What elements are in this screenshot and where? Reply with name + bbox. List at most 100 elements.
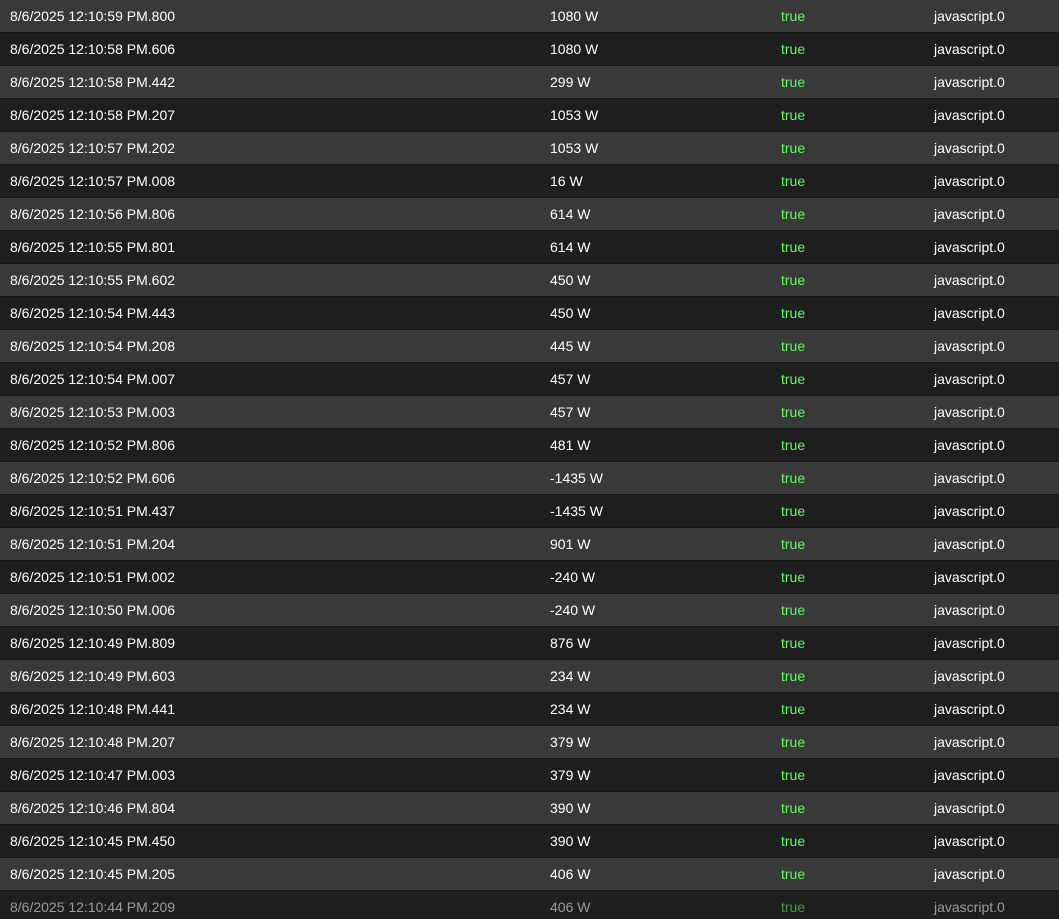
ack-cell: true: [781, 734, 806, 750]
table-row[interactable]: 8/6/2025 12:10:51 PM.002 -240 W true javasc…: [0, 561, 1059, 594]
table-row[interactable]: 8/6/2025 12:10:47 PM.003 379 W true javascr…: [0, 759, 1059, 792]
value-cell: 390 W: [550, 833, 591, 849]
ack-cell: true: [781, 8, 806, 24]
table-row[interactable]: 8/6/2025 12:10:49 PM.603 234 W true javascr…: [0, 660, 1059, 693]
table-row[interactable]: 8/6/2025 12:10:52 PM.606 -1435 W true javas…: [0, 462, 1059, 495]
value-cell: 234 W: [550, 668, 591, 684]
timestamp-cell: 8/6/2025 12:10:48 PM.441: [10, 701, 176, 717]
value-cell: -1435 W: [550, 470, 603, 486]
table-row[interactable]: 8/6/2025 12:10:52 PM.806 481 W true javascr…: [0, 429, 1059, 462]
value-cell: 901 W: [550, 536, 591, 552]
table-row[interactable]: 8/6/2025 12:10:59 PM.800 1080 W true javasc…: [0, 0, 1059, 33]
source-cell: javascript.0: [934, 800, 1005, 816]
source-cell: javascript.0: [934, 371, 1005, 387]
source-cell: javascript.0: [934, 635, 1005, 651]
ack-cell: true: [781, 371, 806, 387]
ack-cell: true: [781, 536, 806, 552]
source-cell: javascript.0: [934, 536, 1005, 552]
ack-cell: true: [781, 800, 806, 816]
table-row[interactable]: 8/6/2025 12:10:45 PM.450 390 W true javascr…: [0, 825, 1059, 858]
timestamp-cell: 8/6/2025 12:10:45 PM.205: [10, 866, 176, 882]
ack-cell: true: [781, 701, 806, 717]
source-cell: javascript.0: [934, 239, 1005, 255]
ack-cell: true: [781, 41, 806, 57]
table-row[interactable]: 8/6/2025 12:10:46 PM.804 390 W true javascr…: [0, 792, 1059, 825]
table-row[interactable]: 8/6/2025 12:10:57 PM.202 1053 W true javasc…: [0, 132, 1059, 165]
timestamp-cell: 8/6/2025 12:10:55 PM.602: [10, 272, 176, 288]
table-row[interactable]: 8/6/2025 12:10:54 PM.007 457 W true javascr…: [0, 363, 1059, 396]
table-row[interactable]: 8/6/2025 12:10:54 PM.208 445 W true javascr…: [0, 330, 1059, 363]
table-row[interactable]: 8/6/2025 12:10:44 PM.209 406 W true javascr…: [0, 891, 1059, 919]
source-cell: javascript.0: [934, 404, 1005, 420]
ack-cell: true: [781, 569, 806, 585]
ack-cell: true: [781, 503, 806, 519]
value-cell: 1080 W: [550, 8, 599, 24]
table-row[interactable]: 8/6/2025 12:10:48 PM.441 234 W true javascr…: [0, 693, 1059, 726]
value-cell: 614 W: [550, 239, 591, 255]
table-row[interactable]: 8/6/2025 12:10:55 PM.602 450 W true javascr…: [0, 264, 1059, 297]
ack-cell: true: [781, 272, 806, 288]
table-row[interactable]: 8/6/2025 12:10:49 PM.809 876 W true javascr…: [0, 627, 1059, 660]
ack-cell: true: [781, 833, 806, 849]
source-cell: javascript.0: [934, 668, 1005, 684]
ack-cell: true: [781, 338, 806, 354]
timestamp-cell: 8/6/2025 12:10:50 PM.006: [10, 602, 176, 618]
source-cell: javascript.0: [934, 41, 1005, 57]
table-row[interactable]: 8/6/2025 12:10:57 PM.008 16 W true javascri…: [0, 165, 1059, 198]
ack-cell: true: [781, 305, 806, 321]
table-row[interactable]: 8/6/2025 12:10:58 PM.606 1080 W true javasc…: [0, 33, 1059, 66]
table-row[interactable]: 8/6/2025 12:10:58 PM.207 1053 W true javasc…: [0, 99, 1059, 132]
ack-cell: true: [781, 470, 806, 486]
table-row[interactable]: 8/6/2025 12:10:48 PM.207 379 W true javascr…: [0, 726, 1059, 759]
value-cell: 406 W: [550, 866, 591, 882]
table-row[interactable]: 8/6/2025 12:10:56 PM.806 614 W true javascr…: [0, 198, 1059, 231]
table-row[interactable]: 8/6/2025 12:10:58 PM.442 299 W true javascr…: [0, 66, 1059, 99]
ack-cell: true: [781, 206, 806, 222]
table-row[interactable]: 8/6/2025 12:10:50 PM.006 -240 W true javasc…: [0, 594, 1059, 627]
source-cell: javascript.0: [934, 140, 1005, 156]
source-cell: javascript.0: [934, 107, 1005, 123]
value-cell: -1435 W: [550, 503, 603, 519]
value-cell: 379 W: [550, 767, 591, 783]
ack-cell: true: [781, 404, 806, 420]
timestamp-cell: 8/6/2025 12:10:51 PM.437: [10, 503, 176, 519]
ack-cell: true: [781, 866, 806, 882]
source-cell: javascript.0: [934, 437, 1005, 453]
timestamp-cell: 8/6/2025 12:10:49 PM.603: [10, 668, 176, 684]
timestamp-cell: 8/6/2025 12:10:59 PM.800: [10, 8, 176, 24]
ack-cell: true: [781, 602, 806, 618]
timestamp-cell: 8/6/2025 12:10:58 PM.442: [10, 74, 176, 90]
timestamp-cell: 8/6/2025 12:10:51 PM.204: [10, 536, 176, 552]
source-cell: javascript.0: [934, 206, 1005, 222]
value-cell: 299 W: [550, 74, 591, 90]
value-cell: 450 W: [550, 272, 591, 288]
ack-cell: true: [781, 173, 806, 189]
source-cell: javascript.0: [934, 866, 1005, 882]
table-row[interactable]: 8/6/2025 12:10:51 PM.204 901 W true javascr…: [0, 528, 1059, 561]
timestamp-cell: 8/6/2025 12:10:55 PM.801: [10, 239, 176, 255]
timestamp-cell: 8/6/2025 12:10:52 PM.606: [10, 470, 176, 486]
value-cell: 16 W: [550, 173, 583, 189]
ack-cell: true: [781, 74, 806, 90]
value-cell: 1053 W: [550, 107, 599, 123]
table-row[interactable]: 8/6/2025 12:10:55 PM.801 614 W true javascr…: [0, 231, 1059, 264]
ack-cell: true: [781, 668, 806, 684]
ack-cell: true: [781, 899, 806, 915]
value-cell: 457 W: [550, 371, 591, 387]
table-row[interactable]: 8/6/2025 12:10:53 PM.003 457 W true javascr…: [0, 396, 1059, 429]
source-cell: javascript.0: [934, 74, 1005, 90]
table-row[interactable]: 8/6/2025 12:10:54 PM.443 450 W true javascr…: [0, 297, 1059, 330]
timestamp-cell: 8/6/2025 12:10:47 PM.003: [10, 767, 176, 783]
table-row[interactable]: 8/6/2025 12:10:51 PM.437 -1435 W true javas…: [0, 495, 1059, 528]
timestamp-cell: 8/6/2025 12:10:57 PM.202: [10, 140, 176, 156]
value-cell: 1053 W: [550, 140, 599, 156]
table-row[interactable]: 8/6/2025 12:10:45 PM.205 406 W true javascr…: [0, 858, 1059, 891]
timestamp-cell: 8/6/2025 12:10:53 PM.003: [10, 404, 176, 420]
ack-cell: true: [781, 107, 806, 123]
source-cell: javascript.0: [934, 338, 1005, 354]
value-cell: 876 W: [550, 635, 591, 651]
ack-cell: true: [781, 239, 806, 255]
timestamp-cell: 8/6/2025 12:10:45 PM.450: [10, 833, 176, 849]
value-cell: 406 W: [550, 899, 591, 915]
value-cell: 445 W: [550, 338, 591, 354]
